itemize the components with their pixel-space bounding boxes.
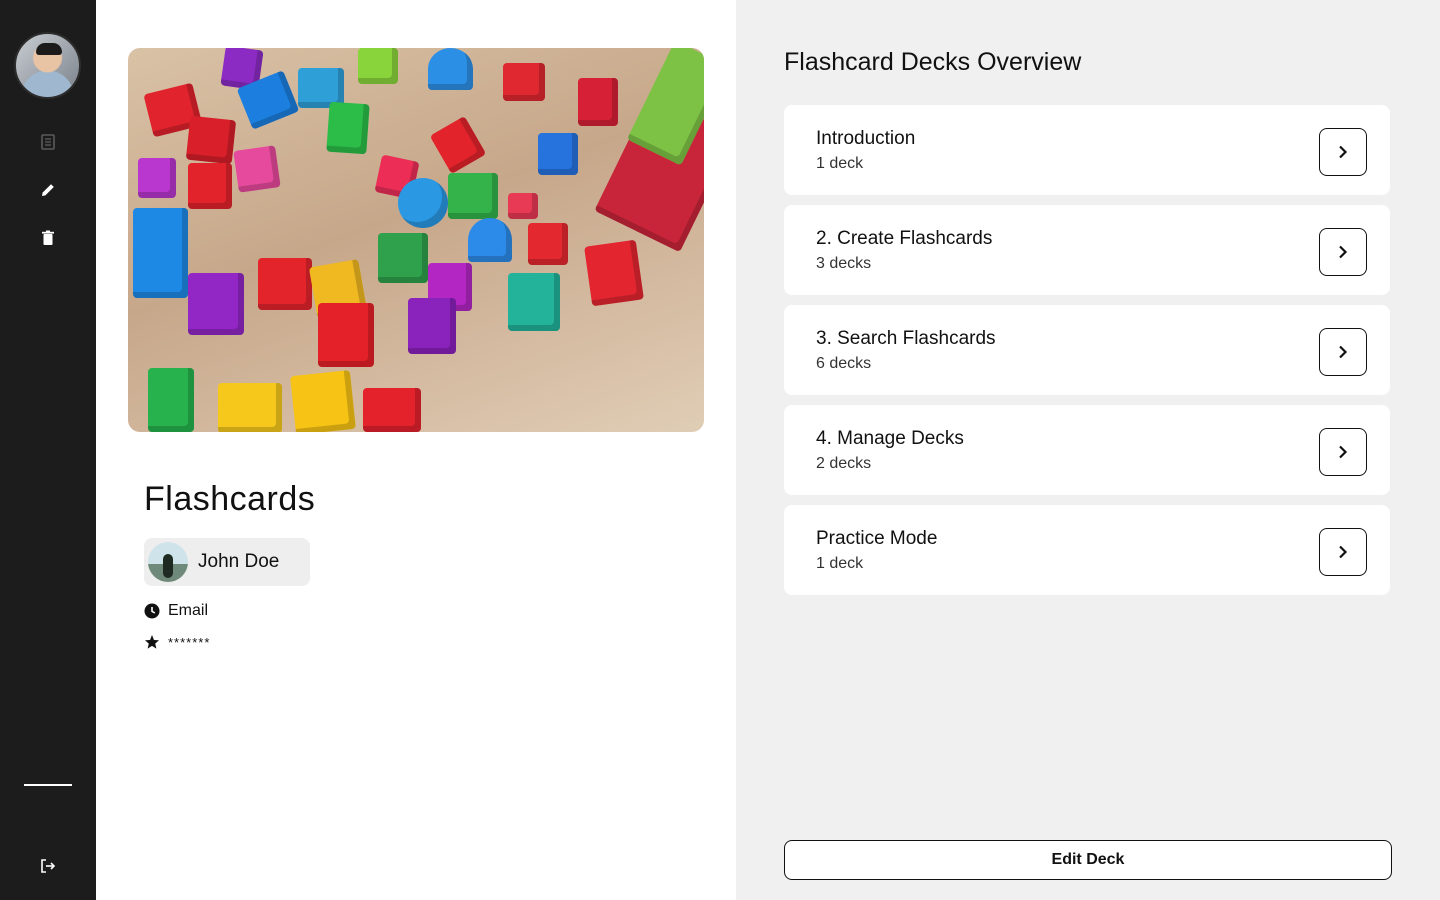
logout-icon[interactable] <box>36 854 60 878</box>
deck-count: 1 deck <box>816 155 864 172</box>
edit-deck-button[interactable]: Edit Deck <box>784 840 1392 880</box>
pencil-icon[interactable] <box>36 178 60 202</box>
deck-name: 2. Create Flashcards <box>816 228 993 249</box>
deck-name: 3. Search Flashcards <box>816 328 996 349</box>
profile-avatar[interactable] <box>14 32 81 99</box>
chevron-right-icon <box>1339 345 1348 359</box>
deck-card[interactable]: 4. Manage Decks 2 decks <box>784 405 1390 495</box>
deck-count: 6 decks <box>816 355 872 372</box>
chevron-right-icon <box>1339 245 1348 259</box>
deck-card[interactable]: 2. Create Flashcards 3 decks <box>784 205 1390 295</box>
user-name: John Doe <box>198 551 280 572</box>
password-mask: ******* <box>168 634 211 650</box>
open-deck-button[interactable] <box>1319 128 1367 176</box>
open-deck-button[interactable] <box>1319 328 1367 376</box>
flashcards-cover-image <box>128 48 704 432</box>
open-deck-button[interactable] <box>1319 528 1367 576</box>
deck-card[interactable]: 3. Search Flashcards 6 decks <box>784 305 1390 395</box>
deck-name: Introduction <box>816 128 916 149</box>
deck-count: 3 decks <box>816 255 872 272</box>
deck-name: 4. Manage Decks <box>816 428 964 449</box>
deck-card[interactable]: Practice Mode 1 deck <box>784 505 1390 595</box>
sidebar-divider <box>24 784 72 786</box>
clock-icon <box>144 603 160 619</box>
deck-detail-panel: Flashcards John Doe Email ******* <box>96 0 736 900</box>
chevron-right-icon <box>1339 445 1348 459</box>
star-icon <box>145 635 159 649</box>
page-title: Flashcards <box>144 480 316 518</box>
user-avatar <box>148 542 188 582</box>
chevron-right-icon <box>1339 145 1348 159</box>
deck-count: 2 decks <box>816 455 872 472</box>
decks-overview-panel: Flashcard Decks Overview Introduction 1 … <box>736 0 1440 900</box>
deck-name: Practice Mode <box>816 528 938 549</box>
open-deck-button[interactable] <box>1319 228 1367 276</box>
password-row: ******* <box>144 634 210 650</box>
email-label: Email <box>168 602 209 619</box>
list-icon[interactable] <box>36 130 60 154</box>
email-row: Email <box>144 602 208 620</box>
trash-icon[interactable] <box>36 226 60 250</box>
user-chip[interactable]: John Doe <box>144 538 310 586</box>
open-deck-button[interactable] <box>1319 428 1367 476</box>
chevron-right-icon <box>1339 545 1348 559</box>
deck-count: 1 deck <box>816 555 864 572</box>
overview-title: Flashcard Decks Overview <box>784 48 1082 76</box>
deck-card[interactable]: Introduction 1 deck <box>784 105 1390 195</box>
sidebar <box>0 0 96 900</box>
